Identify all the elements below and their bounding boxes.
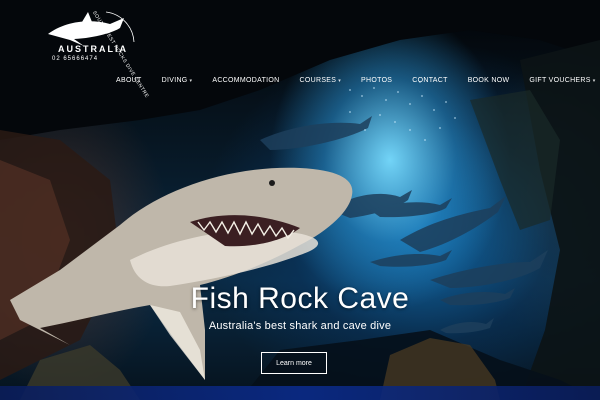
- nav-item-accommodation[interactable]: ACCOMMODATION: [212, 77, 279, 84]
- nav-item-label: COURSES: [299, 77, 337, 84]
- nav-item-label: ABOUT: [116, 77, 142, 84]
- main-navigation: ABOUT DIVING ▾ ACCOMMODATION COURSES ▾ PHO…: [116, 77, 600, 84]
- hero-title: Fish Rock Cave: [190, 282, 410, 315]
- nav-item-about[interactable]: ABOUT: [116, 77, 142, 84]
- hero-section: SOUTH WEST ROCKS DIVE CENTRE AUSTRALIA 0…: [0, 0, 600, 400]
- nav-item-label: BOOK NOW: [467, 77, 510, 84]
- nav-item-book-now[interactable]: BOOK NOW: [468, 77, 510, 84]
- site-logo[interactable]: SOUTH WEST ROCKS DIVE CENTRE AUSTRALIA 0…: [44, 8, 150, 99]
- bottom-bar: [0, 386, 600, 400]
- nav-item-label: GIFT VOUCHERS: [529, 77, 591, 84]
- chevron-down-icon: ▾: [592, 78, 596, 84]
- logo-country: AUSTRALIA: [58, 44, 128, 54]
- nav-item-gift-vouchers[interactable]: GIFT VOUCHERS ▾: [529, 77, 595, 84]
- nav-item-contact[interactable]: CONTACT: [412, 77, 447, 84]
- nav-item-label: CONTACT: [412, 77, 448, 84]
- chevron-down-icon: ▾: [189, 78, 193, 84]
- learn-more-button[interactable]: Learn more: [261, 352, 327, 374]
- nav-item-diving[interactable]: DIVING ▾: [162, 77, 193, 84]
- nav-item-label: PHOTOS: [361, 77, 393, 84]
- shark-icon: [48, 11, 135, 46]
- nav-item-courses[interactable]: COURSES ▾: [300, 77, 342, 84]
- nav-item-label: ACCOMMODATION: [212, 77, 280, 84]
- nav-item-label: DIVING: [161, 77, 188, 84]
- hero-subtitle: Australia's best shark and cave dive: [208, 320, 392, 332]
- logo-phone: 02 65666474: [52, 56, 99, 62]
- nav-item-photos[interactable]: PHOTOS: [361, 77, 392, 84]
- chevron-down-icon: ▾: [338, 78, 342, 84]
